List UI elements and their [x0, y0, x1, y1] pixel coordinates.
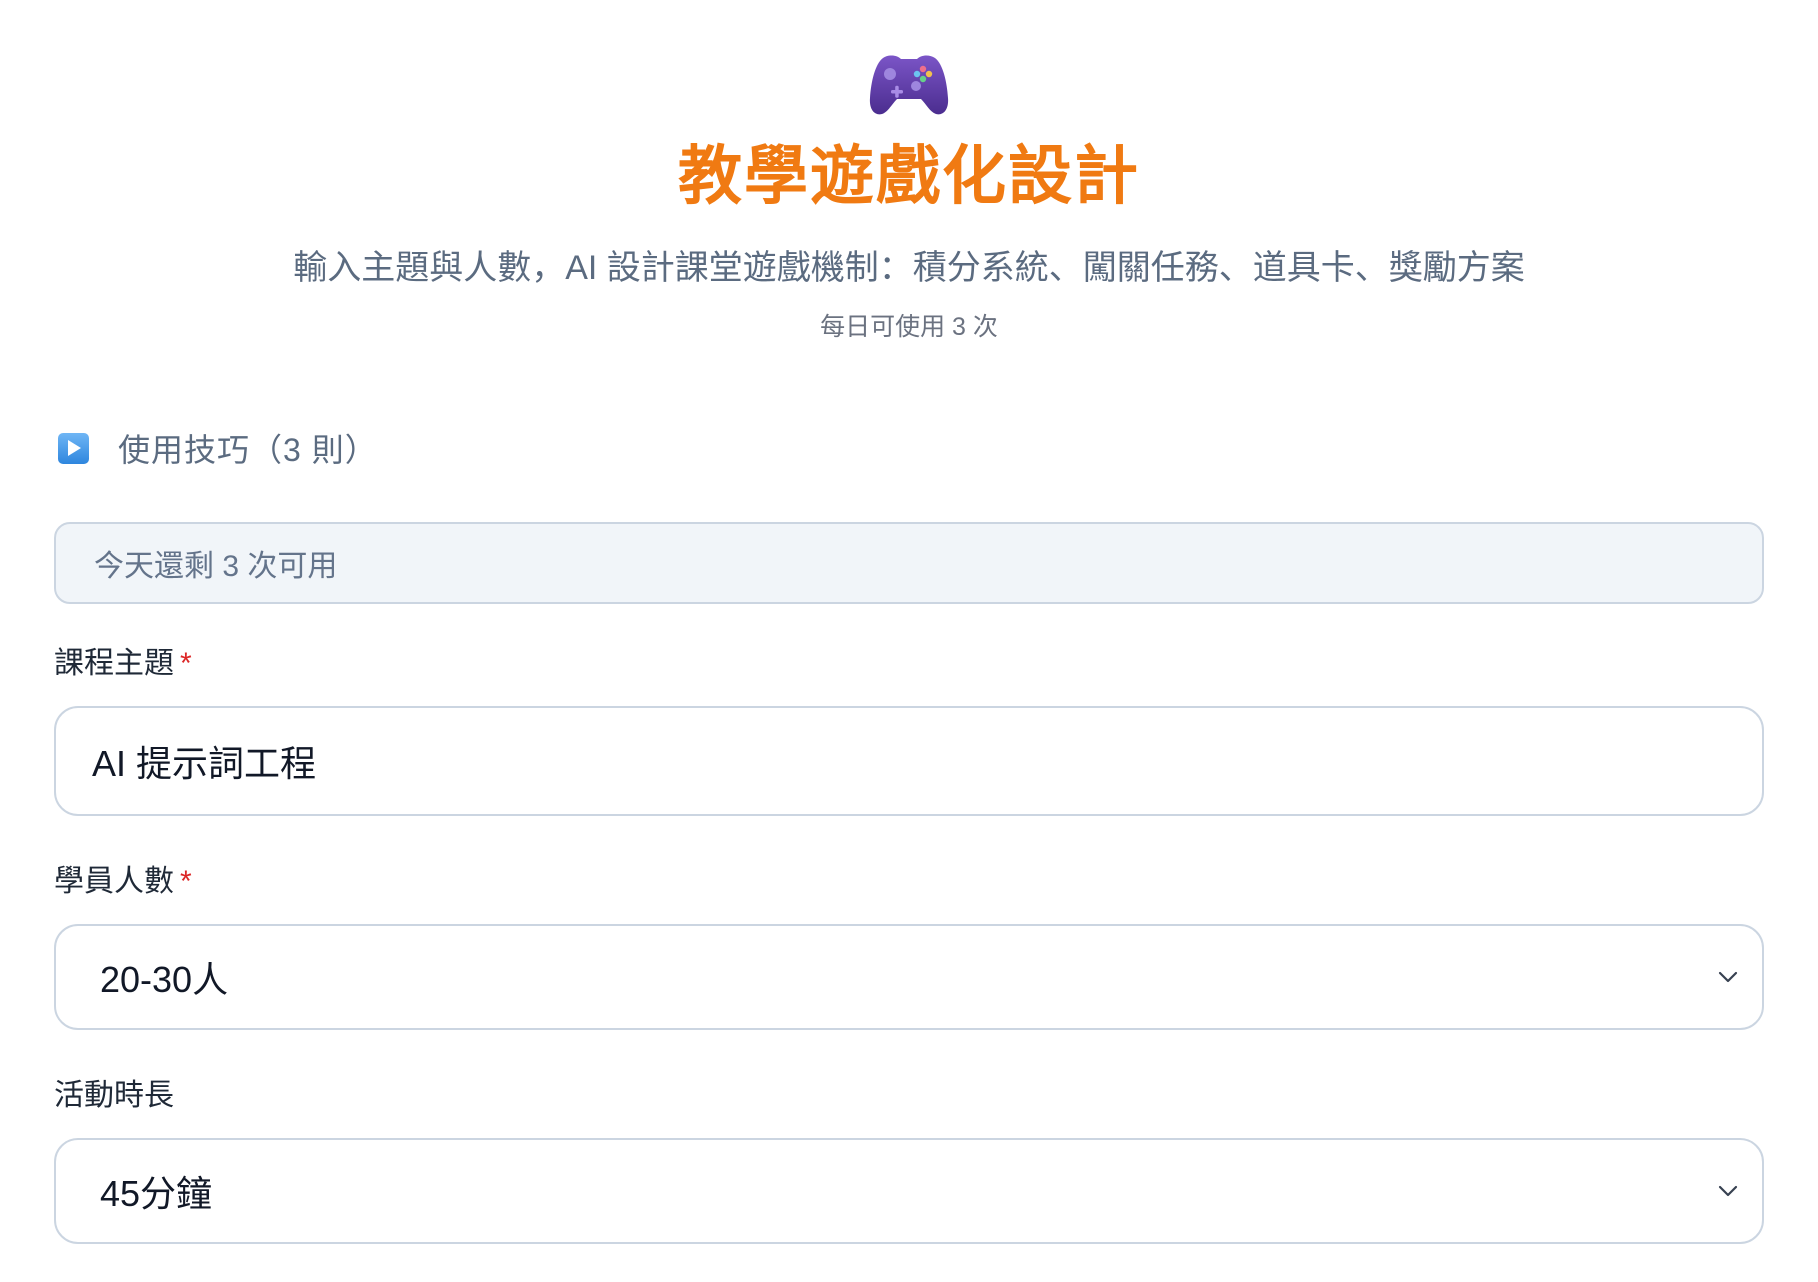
daily-quota-note: 每日可使用 3 次 — [820, 313, 998, 341]
play-icon — [58, 432, 89, 464]
header: 教學遊戲化設計 輸入主題與人數，AI 設計課堂遊戲機制：積分系統、闖關任務、道具… — [54, 52, 1764, 344]
course-topic-label-text: 課程主題 — [54, 647, 174, 680]
activity-duration-label: 活動時長 — [54, 1079, 174, 1112]
course-topic-input[interactable]: AI 提示詞工程 — [54, 706, 1764, 816]
student-count-label: 學員人數 * — [54, 862, 1764, 902]
tips-label: 使用技巧（3 則） — [118, 432, 378, 468]
course-topic-label: 課程主題 * — [54, 644, 1764, 684]
chevron-down-icon — [1716, 965, 1740, 989]
logo — [54, 52, 1764, 120]
student-count-select[interactable]: 20-30人 — [54, 924, 1764, 1030]
student-count-value: 20-30人 — [100, 959, 229, 1000]
required-mark: * — [180, 865, 192, 898]
page-subtitle: 輸入主題與人數，AI 設計課堂遊戲機制：積分系統、闖關任務、道具卡、獎勵方案 — [293, 249, 1525, 287]
required-mark: * — [180, 647, 192, 680]
page: 教學遊戲化設計 輸入主題與人數，AI 設計課堂遊戲機制：積分系統、闖關任務、道具… — [54, 0, 1764, 1244]
activity-duration-select[interactable]: 45分鐘 — [54, 1138, 1764, 1244]
student-count-label-text: 學員人數 — [54, 865, 174, 898]
tips-toggle[interactable]: 使用技巧（3 則） — [54, 426, 1764, 470]
remaining-uses-notice: 今天還剩 3 次可用 — [54, 522, 1764, 604]
activity-duration-value: 45分鐘 — [100, 1173, 213, 1214]
chevron-down-icon — [1716, 1179, 1740, 1203]
page-title: 教學遊戲化設計 — [678, 140, 1140, 212]
gamepad-icon — [869, 55, 949, 115]
